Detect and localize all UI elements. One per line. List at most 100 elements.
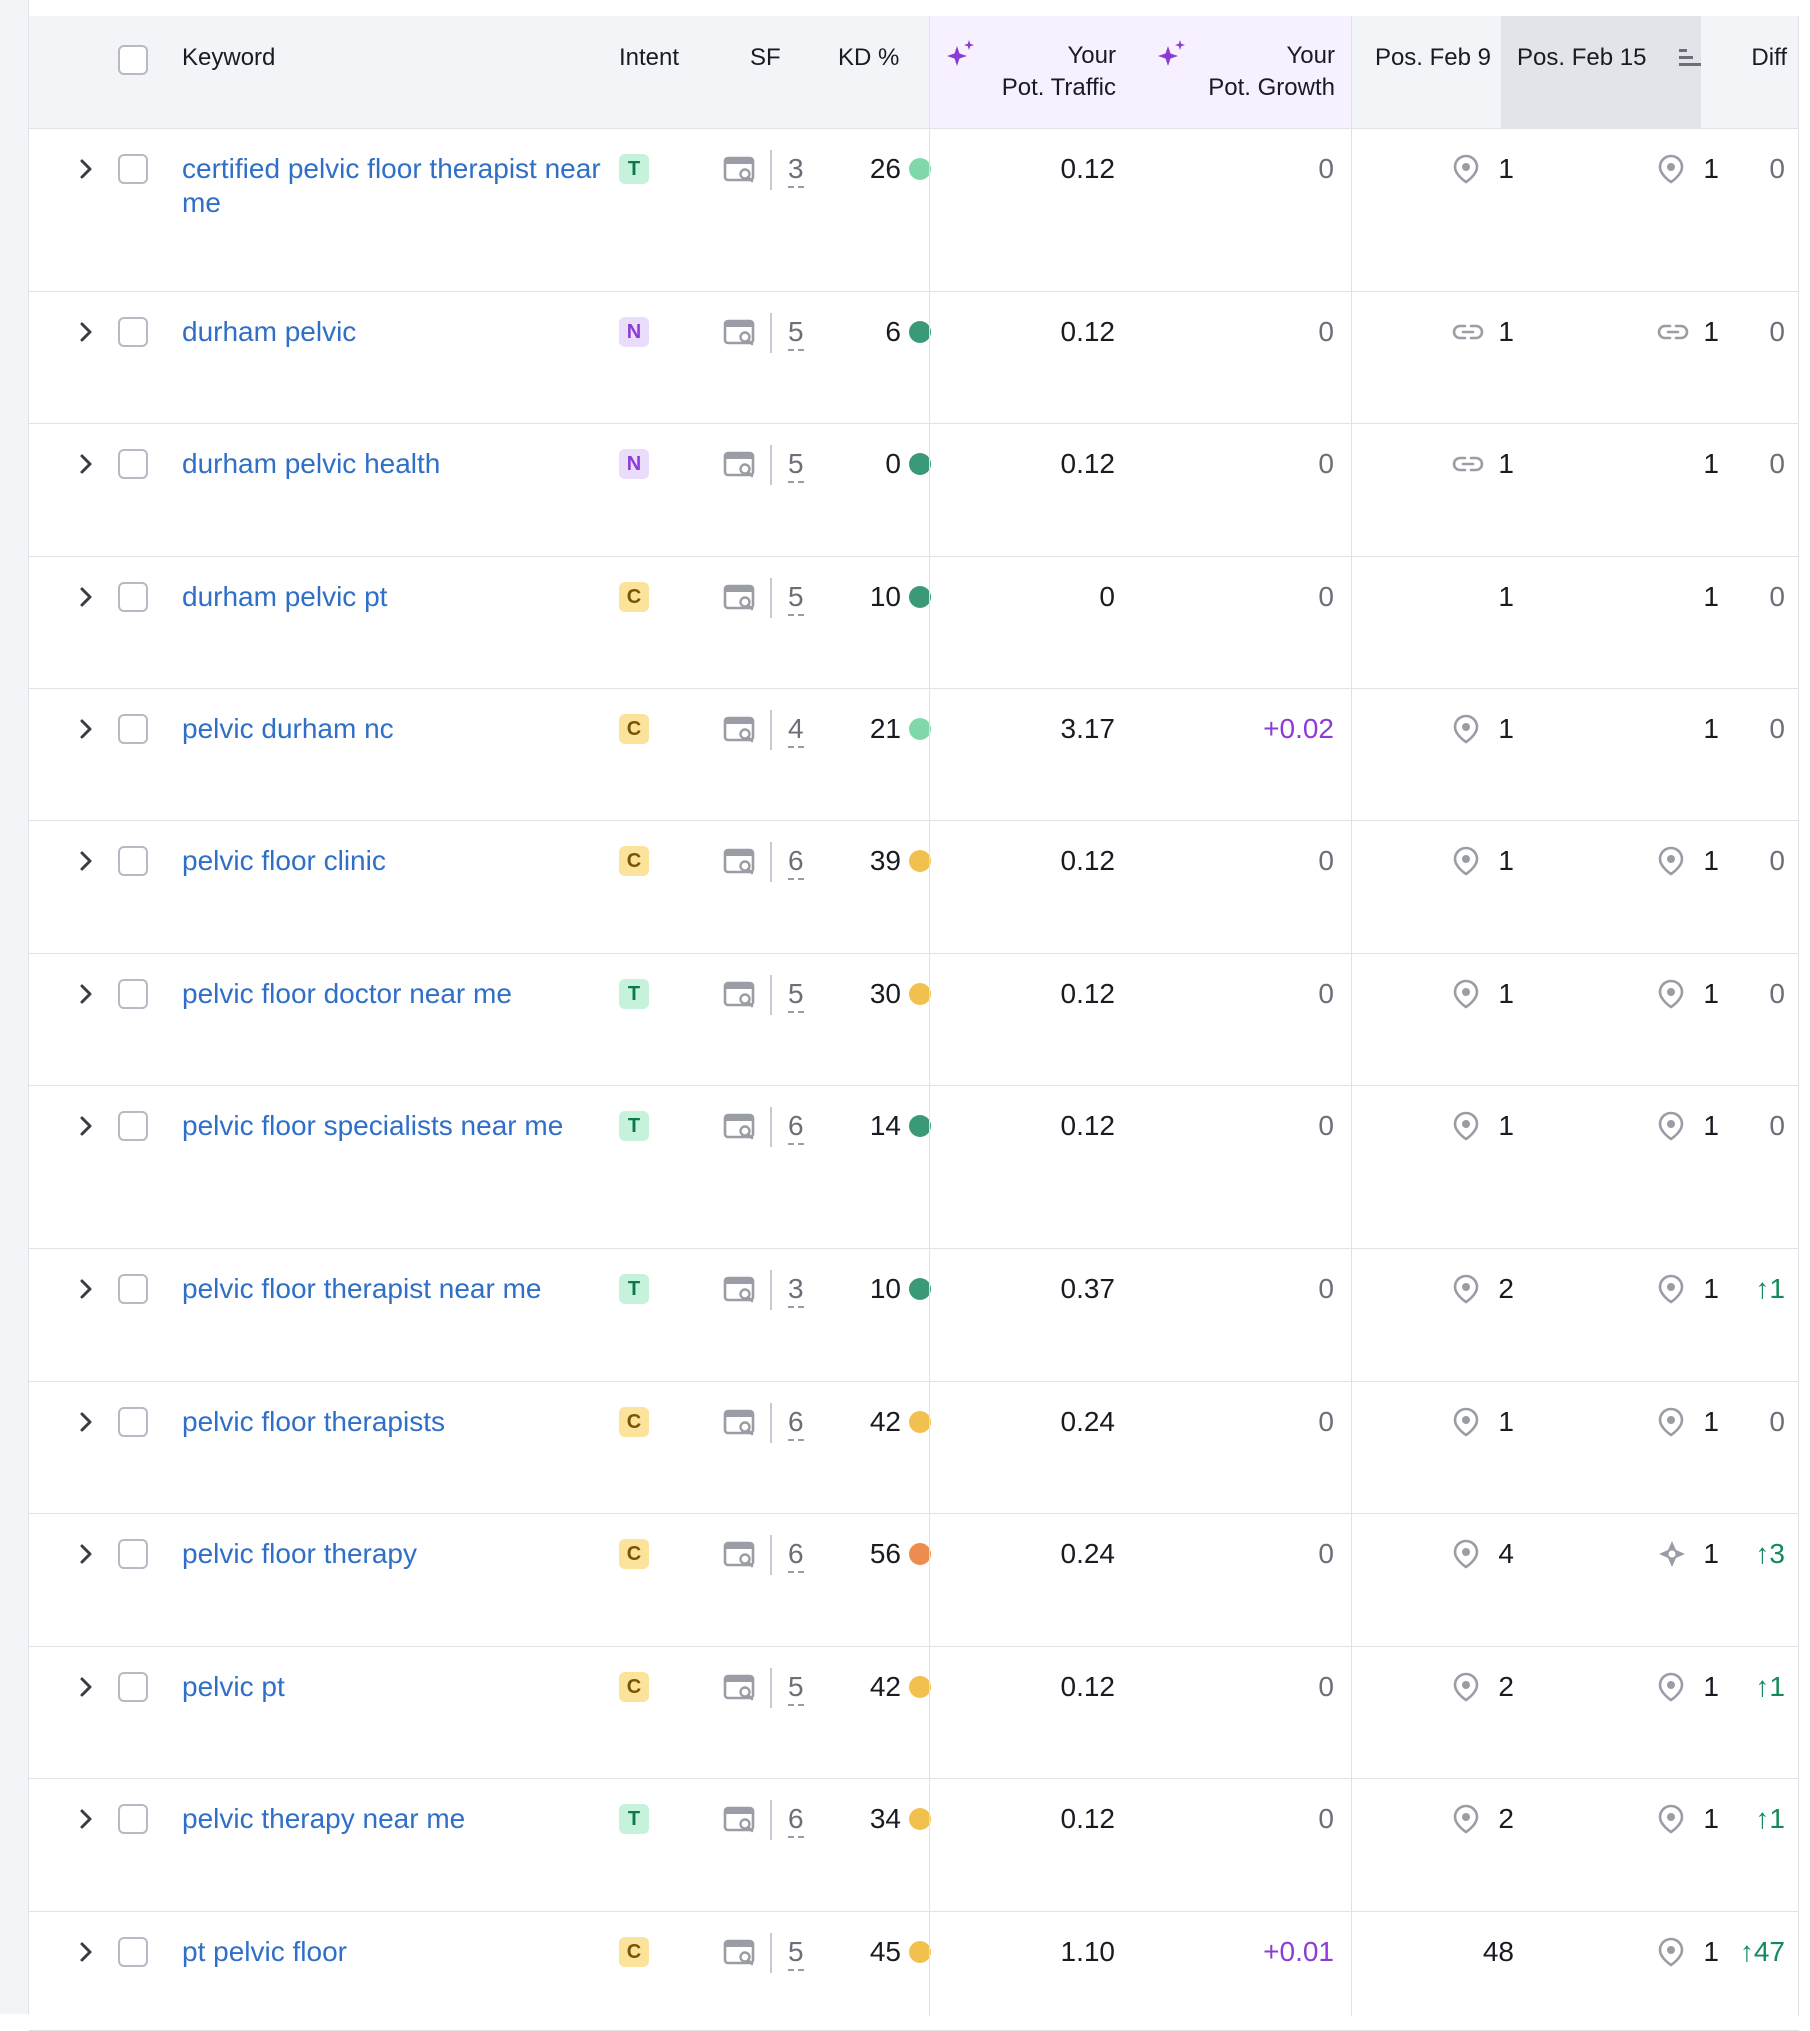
col-kd[interactable]: KD % — [814, 16, 924, 128]
pot-growth-value: +0.01 — [1263, 1936, 1334, 1967]
row-checkbox[interactable] — [118, 1937, 148, 1967]
chevron-right-icon[interactable] — [73, 981, 99, 1007]
location-pin-icon — [1657, 154, 1685, 184]
chevron-right-icon[interactable] — [73, 848, 99, 874]
row-checkbox[interactable] — [118, 582, 148, 612]
pot-growth-value: 0 — [1318, 316, 1334, 347]
row-checkbox[interactable] — [118, 1274, 148, 1304]
keyword-link[interactable]: pelvic floor therapists — [182, 1405, 602, 1439]
chevron-right-icon[interactable] — [73, 1113, 99, 1139]
keyword-link[interactable]: certified pelvic floor therapist near me — [182, 152, 602, 220]
kd-difficulty-dot — [909, 1278, 931, 1300]
serp-features-icon[interactable] — [723, 155, 757, 185]
row-checkbox[interactable] — [118, 154, 148, 184]
kd-value: 10 — [869, 1273, 901, 1304]
sidebar-strip — [0, 0, 29, 2014]
serp-features-count[interactable]: 6 — [788, 1802, 804, 1838]
serp-features-count[interactable]: 3 — [788, 1272, 804, 1308]
pot-traffic-value: 0.37 — [1060, 1273, 1116, 1304]
keyword-link[interactable]: pelvic pt — [182, 1670, 602, 1704]
serp-features-icon[interactable] — [723, 1805, 757, 1835]
serp-features-icon[interactable] — [723, 1938, 757, 1968]
ai-sparkle-icon — [1158, 40, 1185, 66]
serp-features-count[interactable]: 6 — [788, 1109, 804, 1145]
serp-features-icon[interactable] — [723, 715, 757, 745]
keyword-link[interactable]: pelvic therapy near me — [182, 1802, 602, 1836]
chevron-right-icon[interactable] — [73, 1674, 99, 1700]
keyword-link[interactable]: pelvic floor clinic — [182, 844, 602, 878]
row-checkbox[interactable] — [118, 1672, 148, 1702]
serp-features-count[interactable]: 6 — [788, 1405, 804, 1441]
serp-features-icon[interactable] — [723, 1275, 757, 1305]
row-checkbox[interactable] — [118, 1804, 148, 1834]
row-checkbox[interactable] — [118, 1111, 148, 1141]
serp-features-icon[interactable] — [723, 1112, 757, 1142]
col-sf[interactable]: SF — [714, 16, 814, 128]
serp-features-count[interactable]: 5 — [788, 447, 804, 483]
location-pin-icon — [1452, 1274, 1480, 1304]
kd-difficulty-dot — [909, 850, 931, 872]
serp-features-count[interactable]: 5 — [788, 1935, 804, 1971]
pot-traffic-value: 0.12 — [1060, 978, 1116, 1009]
col-pos-feb9[interactable]: Pos. Feb 9 — [1351, 16, 1501, 128]
chevron-right-icon[interactable] — [73, 584, 99, 610]
pot-traffic-value: 0.12 — [1060, 1110, 1116, 1141]
serp-features-count[interactable]: 6 — [788, 1537, 804, 1573]
chevron-right-icon[interactable] — [73, 156, 99, 182]
serp-features-icon[interactable] — [723, 583, 757, 613]
select-all-checkbox[interactable] — [118, 45, 148, 75]
col-pot-growth[interactable]: Your Pot. Growth — [1134, 16, 1351, 128]
serp-features-count[interactable]: 5 — [788, 977, 804, 1013]
separator — [770, 975, 772, 1015]
row-checkbox[interactable] — [118, 1407, 148, 1437]
keyword-link[interactable]: pelvic floor doctor near me — [182, 977, 602, 1011]
serp-features-count[interactable]: 5 — [788, 1670, 804, 1706]
keyword-link[interactable]: pelvic floor specialists near me — [182, 1109, 602, 1143]
chevron-right-icon[interactable] — [73, 1541, 99, 1567]
chevron-right-icon[interactable] — [73, 1806, 99, 1832]
location-pin-icon — [1657, 1111, 1685, 1141]
chevron-right-icon[interactable] — [73, 319, 99, 345]
serp-features-icon[interactable] — [723, 1540, 757, 1570]
keyword-link[interactable]: pelvic floor therapist near me — [182, 1272, 602, 1306]
location-pin-icon — [1657, 1672, 1685, 1702]
row-checkbox[interactable] — [118, 714, 148, 744]
serp-features-count[interactable]: 3 — [788, 152, 804, 188]
serp-features-count[interactable]: 4 — [788, 712, 804, 748]
col-pos-feb15[interactable]: Pos. Feb 15 — [1501, 16, 1701, 128]
keyword-link[interactable]: durham pelvic health — [182, 447, 602, 481]
col-intent[interactable]: Intent — [619, 16, 714, 128]
serp-features-icon[interactable] — [723, 1408, 757, 1438]
serp-features-count[interactable]: 5 — [788, 580, 804, 616]
row-checkbox[interactable] — [118, 846, 148, 876]
chevron-right-icon[interactable] — [73, 1276, 99, 1302]
row-checkbox[interactable] — [118, 1539, 148, 1569]
chevron-right-icon[interactable] — [73, 451, 99, 477]
keyword-link[interactable]: pt pelvic floor — [182, 1935, 602, 1969]
col-pot-traffic[interactable]: Your Pot. Traffic — [929, 16, 1134, 128]
keyword-link[interactable]: durham pelvic pt — [182, 580, 602, 614]
keyword-link[interactable]: pelvic durham nc — [182, 712, 602, 746]
serp-features-icon[interactable] — [723, 847, 757, 877]
row-checkbox[interactable] — [118, 449, 148, 479]
col-diff[interactable]: Diff — [1701, 16, 1799, 128]
kd-value: 14 — [869, 1110, 901, 1141]
serp-features-icon[interactable] — [723, 1673, 757, 1703]
chevron-right-icon[interactable] — [73, 716, 99, 742]
keyword-link[interactable]: pelvic floor therapy — [182, 1537, 602, 1571]
pot-growth-value: +0.02 — [1263, 713, 1334, 744]
serp-features-icon[interactable] — [723, 318, 757, 348]
chevron-right-icon[interactable] — [73, 1939, 99, 1965]
location-pin-icon — [1452, 1407, 1480, 1437]
kd-difficulty-dot — [909, 983, 931, 1005]
sort-icon[interactable] — [1677, 46, 1703, 70]
row-checkbox[interactable] — [118, 979, 148, 1009]
col-keyword[interactable]: Keyword — [179, 16, 619, 128]
serp-features-icon[interactable] — [723, 980, 757, 1010]
serp-features-icon[interactable] — [723, 450, 757, 480]
chevron-right-icon[interactable] — [73, 1409, 99, 1435]
keyword-link[interactable]: durham pelvic — [182, 315, 602, 349]
row-checkbox[interactable] — [118, 317, 148, 347]
serp-features-count[interactable]: 6 — [788, 844, 804, 880]
serp-features-count[interactable]: 5 — [788, 315, 804, 351]
